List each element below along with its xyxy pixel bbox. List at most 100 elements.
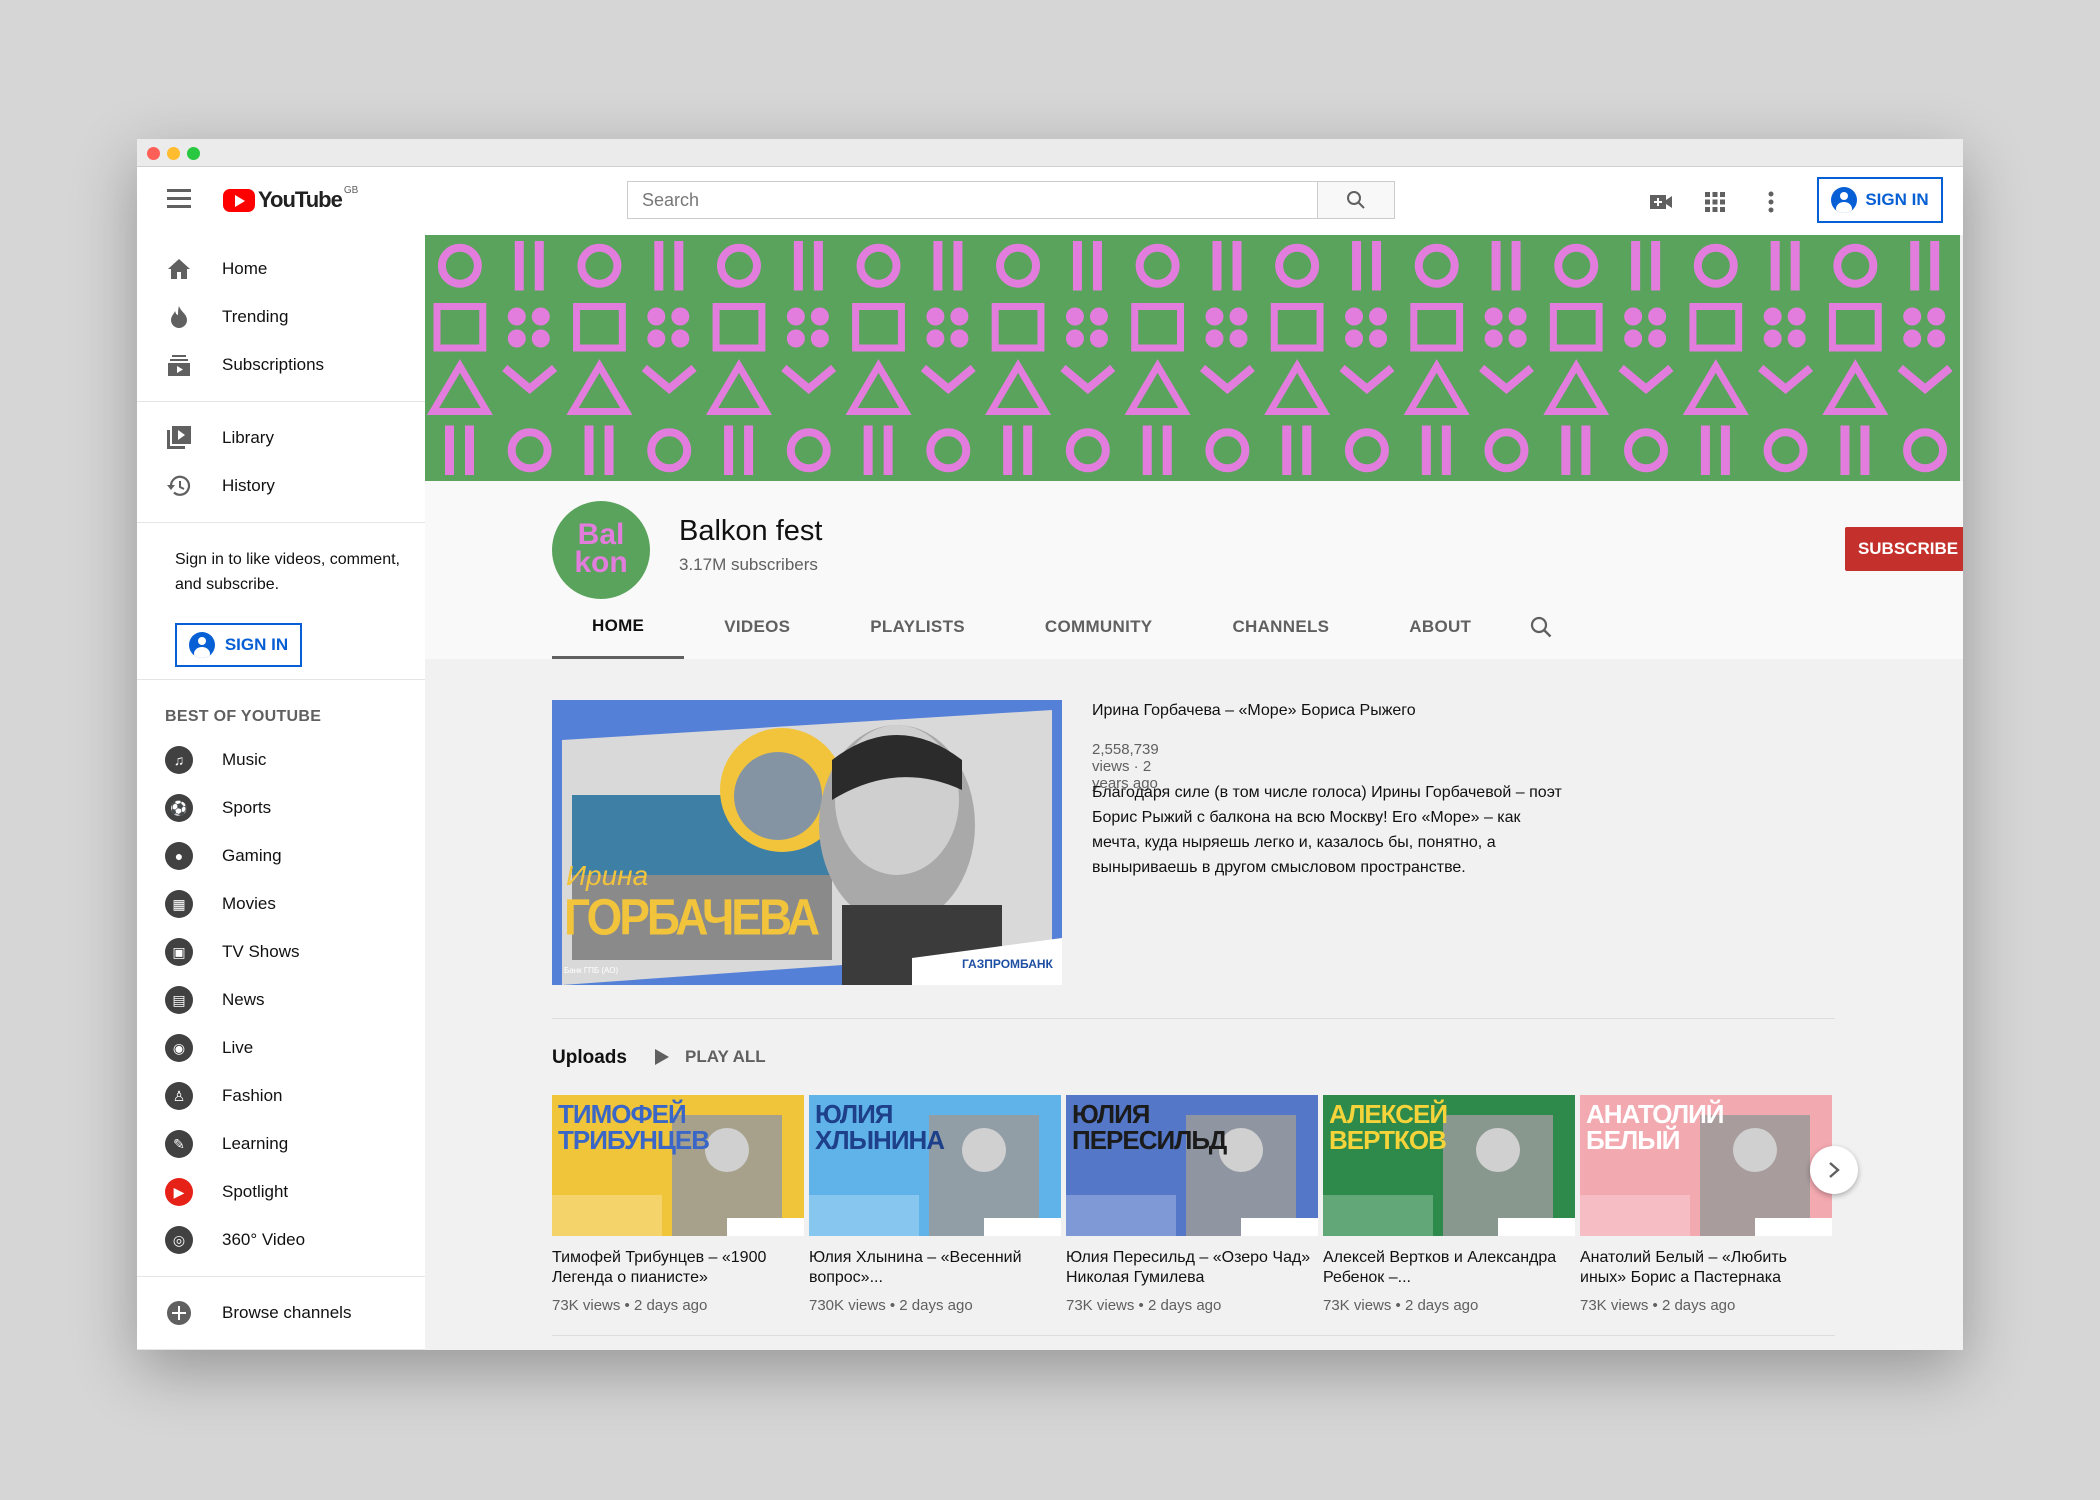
sidebar-item-live[interactable]: ◉ Live bbox=[137, 1024, 425, 1072]
category-glyph: ▶ bbox=[165, 1178, 193, 1206]
video-card[interactable]: АНАТОЛИЙ БЕЛЫЙ Анатолий Белый – «Любить и… bbox=[1580, 1095, 1832, 1314]
sidebar-item-news[interactable]: ▤ News bbox=[137, 976, 425, 1024]
sidebar-item-library[interactable]: Library bbox=[137, 414, 425, 462]
sidebar-item-music[interactable]: ♫ Music bbox=[137, 736, 425, 784]
subscribe-button[interactable]: SUBSCRIBE bbox=[1845, 527, 1963, 571]
apps-grid-icon[interactable] bbox=[1701, 189, 1729, 215]
tab-videos[interactable]: VIDEOS bbox=[684, 595, 830, 659]
category-icon: ▤ bbox=[165, 986, 193, 1014]
menu-icon[interactable] bbox=[167, 189, 191, 209]
sidebar-item-learning[interactable]: ✎ Learning bbox=[137, 1120, 425, 1168]
video-thumbnail[interactable]: АЛЕКСЕЙ ВЕРТКОВ bbox=[1323, 1095, 1575, 1236]
tab-home[interactable]: HOME bbox=[552, 595, 685, 659]
maximize-window-button[interactable] bbox=[187, 147, 200, 160]
featured-thumb-bank: Банк ГПБ (АО) bbox=[564, 966, 619, 975]
sidebar-item-gaming[interactable]: ● Gaming bbox=[137, 832, 425, 880]
category-icon: ◉ bbox=[165, 1034, 193, 1062]
sidebar-item-label: 360° Video bbox=[222, 1230, 306, 1249]
minimize-window-button[interactable] bbox=[167, 147, 180, 160]
library-icon bbox=[165, 424, 193, 452]
video-title[interactable]: Анатолий Белый – «Любить иных» Борис а П… bbox=[1580, 1248, 1832, 1288]
sidebar-item-browse-channels[interactable]: Browse channels bbox=[137, 1289, 425, 1337]
uploads-heading[interactable]: Uploads bbox=[552, 1047, 627, 1069]
next-arrow-button[interactable] bbox=[1810, 1146, 1858, 1194]
video-card[interactable]: ТИМОФЕЙ ТРИБУНЦЕВ Тимофей Трибунцев – «19… bbox=[552, 1095, 804, 1314]
region-code: GB bbox=[343, 184, 359, 196]
category-icon: ✎ bbox=[165, 1130, 193, 1158]
category-icon: ◎ bbox=[165, 1226, 193, 1254]
sidebar-item-label: Music bbox=[222, 750, 267, 769]
featured-video-title[interactable]: Ирина Горбачева – «Море» Бориса Рыжего bbox=[1092, 702, 1612, 720]
history-icon bbox=[165, 472, 193, 500]
video-card[interactable]: ЮЛИЯ ПЕРЕСИЛЬД Юлия Пересильд – «Озеро Ча… bbox=[1066, 1095, 1318, 1314]
tab-community[interactable]: COMMUNITY bbox=[1005, 595, 1193, 659]
tab-about[interactable]: ABOUT bbox=[1369, 595, 1511, 659]
sidebar-item-label: Gaming bbox=[222, 846, 282, 865]
play-all-button[interactable]: PLAY ALL bbox=[655, 1047, 766, 1067]
masthead: YouTube GB SIGN IN bbox=[137, 167, 1963, 235]
sidebar-item-label: Library bbox=[222, 428, 274, 447]
sidebar-item-label: Live bbox=[222, 1038, 254, 1057]
sidebar-item-label: Home bbox=[222, 259, 268, 278]
sidebar-item-sports[interactable]: ⚽ Sports bbox=[137, 784, 425, 832]
video-card[interactable]: ЮЛИЯ ХЛЫНИНА Юлия Хлынина – «Весенний воп… bbox=[809, 1095, 1061, 1314]
video-thumbnail[interactable]: АНАТОЛИЙ БЕЛЫЙ bbox=[1580, 1095, 1832, 1236]
thumbnail-caption: АНАТОЛИЙ БЕЛЫЙ bbox=[1586, 1099, 1724, 1155]
video-thumbnail[interactable]: ТИМОФЕЙ ТРИБУНЦЕВ bbox=[552, 1095, 804, 1236]
logo-text: YouTube bbox=[258, 187, 343, 212]
video-card[interactable]: АЛЕКСЕЙ ВЕРТКОВ Алексей Вертков и Алексан… bbox=[1323, 1095, 1575, 1314]
video-thumbnail[interactable]: ЮЛИЯ ХЛЫНИНА bbox=[809, 1095, 1061, 1236]
category-icon: ♫ bbox=[165, 746, 193, 774]
tab-channels[interactable]: CHANNELS bbox=[1192, 595, 1369, 659]
search-input[interactable] bbox=[627, 181, 1318, 219]
video-camera-icon[interactable] bbox=[1647, 189, 1675, 215]
sidebar-item-spotlight[interactable]: ▶ Spotlight bbox=[137, 1168, 425, 1216]
channel-search-button[interactable] bbox=[1511, 595, 1571, 659]
youtube-logo[interactable]: YouTube GB bbox=[223, 184, 359, 213]
featured-video-thumbnail[interactable]: Ирина ГОРБАЧЕВА Банк ГПБ (АО) ГАЗПРОМБАН… bbox=[552, 700, 1062, 985]
video-title[interactable]: Юлия Хлынина – «Весенний вопрос»... bbox=[809, 1248, 1061, 1288]
category-glyph: ▦ bbox=[165, 890, 193, 918]
sidebar-item-trending[interactable]: Trending bbox=[137, 293, 425, 341]
thumbnail-caption: АЛЕКСЕЙ ВЕРТКОВ bbox=[1329, 1099, 1448, 1155]
sidebar-item-label: TV Shows bbox=[222, 942, 300, 961]
sidebar-item-home[interactable]: Home bbox=[137, 245, 425, 293]
sidebar: Home Trending Subscriptions Library Hist… bbox=[137, 235, 425, 1350]
thumbnail-caption: ЮЛИЯ ХЛЫНИНА bbox=[815, 1099, 945, 1155]
subscriptions-icon bbox=[165, 351, 193, 379]
channel-avatar[interactable]: Bal kon bbox=[552, 501, 650, 599]
sidebar-item-label: Spotlight bbox=[222, 1182, 289, 1201]
sidebar-item-tv-shows[interactable]: ▣ TV Shows bbox=[137, 928, 425, 976]
sidebar-item-history[interactable]: History bbox=[137, 462, 425, 510]
sidebar-item-movies[interactable]: ▦ Movies bbox=[137, 880, 425, 928]
home-icon bbox=[165, 255, 193, 283]
sidebar-item-subscriptions[interactable]: Subscriptions bbox=[137, 341, 425, 389]
video-title[interactable]: Тимофей Трибунцев – «1900 Легенда о пиан… bbox=[552, 1248, 804, 1288]
divider bbox=[552, 1018, 1835, 1019]
divider bbox=[137, 1349, 425, 1350]
titlebar bbox=[137, 139, 1963, 167]
thumbnail-caption: ТИМОФЕЙ ТРИБУНЦЕВ bbox=[558, 1099, 710, 1155]
category-icon: ▶ bbox=[165, 1178, 193, 1206]
category-icon: ● bbox=[165, 842, 193, 870]
sidebar-item-fashion[interactable]: ♙ Fashion bbox=[137, 1072, 425, 1120]
divider bbox=[552, 1335, 1835, 1336]
sidebar-sign-in-button[interactable]: SIGN IN bbox=[175, 623, 302, 667]
divider bbox=[137, 1276, 425, 1277]
add-circle-icon bbox=[165, 1299, 193, 1327]
sign-in-button[interactable]: SIGN IN bbox=[1817, 177, 1943, 223]
video-title[interactable]: Алексей Вертков и Александра Ребенок –..… bbox=[1323, 1248, 1575, 1288]
sidebar-item-360-video[interactable]: ◎ 360° Video bbox=[137, 1216, 425, 1264]
more-vert-icon[interactable] bbox=[1757, 189, 1785, 215]
divider bbox=[137, 401, 425, 402]
video-title[interactable]: Юлия Пересильд – «Озеро Чад» Николая Гум… bbox=[1066, 1248, 1318, 1288]
tab-playlists[interactable]: PLAYLISTS bbox=[830, 595, 1005, 659]
category-glyph: ♫ bbox=[165, 746, 193, 774]
search-button[interactable] bbox=[1318, 181, 1395, 219]
video-thumbnail[interactable]: ЮЛИЯ ПЕРЕСИЛЬД bbox=[1066, 1095, 1318, 1236]
close-window-button[interactable] bbox=[147, 147, 160, 160]
sidebar-item-label: Fashion bbox=[222, 1086, 283, 1105]
play-logo-icon bbox=[223, 188, 255, 212]
sidebar-item-label: History bbox=[222, 476, 275, 495]
category-glyph: ▤ bbox=[165, 986, 193, 1014]
